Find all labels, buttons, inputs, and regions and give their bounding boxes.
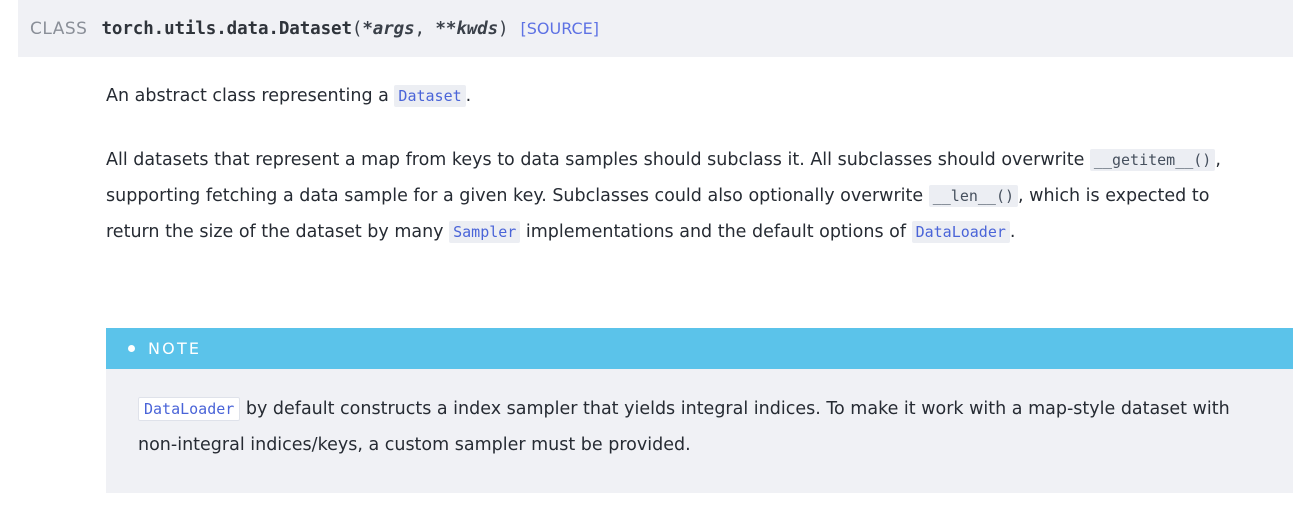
class-qualified-name: torch.utils.data.Dataset (101, 18, 352, 39)
paragraph-2-text-4: implementations and the default options … (520, 222, 912, 242)
paragraph-subclass-overview: All datasets that represent a map from k… (106, 142, 1236, 250)
code-dataloader[interactable]: DataLoader (911, 221, 1010, 243)
code-dataloader-note[interactable]: DataLoader (138, 397, 241, 421)
signature-close-paren: ) (498, 18, 509, 39)
doc-page: CLASS torch.utils.data.Dataset(*args, **… (0, 0, 1293, 519)
paragraph-2-text-5: . (1009, 222, 1016, 242)
note-title-label: NOTE (148, 339, 202, 358)
paragraph-abstract-class: An abstract class representing a Dataset… (106, 78, 1236, 114)
paragraph-1-text-2: . (465, 86, 472, 106)
signature-param-kwds: **kwds (435, 18, 499, 39)
class-signature-code: torch.utils.data.Dataset(*args, **kwds) (101, 19, 508, 39)
class-kind-label: CLASS (30, 18, 88, 39)
paragraph-2-text-1: All datasets that represent a map from k… (106, 150, 1090, 170)
note-admonition: NOTE DataLoader by default constructs a … (106, 328, 1293, 493)
code-len: __len__() (928, 185, 1019, 207)
doc-content: An abstract class representing a Dataset… (106, 78, 1293, 276)
signature-param-separator: , (414, 18, 436, 39)
class-signature-header: CLASS torch.utils.data.Dataset(*args, **… (18, 0, 1293, 57)
code-getitem: __getitem__() (1089, 149, 1216, 171)
note-body: DataLoader by default constructs a index… (106, 369, 1293, 493)
note-paragraph: DataLoader by default constructs a index… (138, 391, 1258, 463)
signature-param-args: *args (362, 18, 415, 39)
code-sampler[interactable]: Sampler (449, 221, 521, 243)
signature-open-paren: ( (351, 18, 363, 39)
note-text: by default constructs a index sampler th… (138, 399, 1230, 455)
bullet-dot-icon (128, 345, 135, 352)
source-link[interactable]: [SOURCE] (520, 19, 599, 38)
code-dataset[interactable]: Dataset (394, 85, 466, 107)
note-header: NOTE (106, 328, 1293, 369)
paragraph-1-text-1: An abstract class representing a (106, 86, 395, 106)
